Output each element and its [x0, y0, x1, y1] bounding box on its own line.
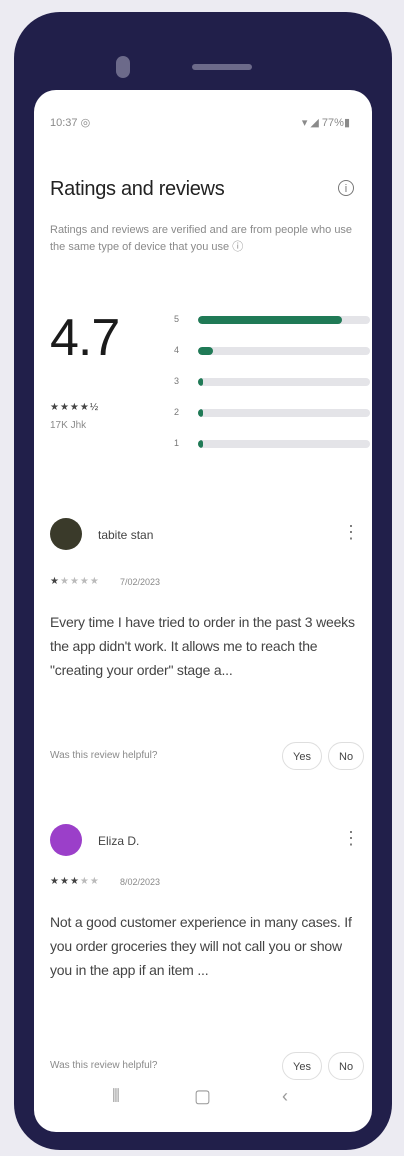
- distribution-star-label: 3: [174, 376, 180, 386]
- phone-frame: 10:37 ◎ ▾ ◢ 77%▮ Ratings and reviews i R…: [14, 12, 392, 1150]
- average-rating: 4.7: [50, 309, 120, 367]
- helpful-prompt: Was this review helpful?: [50, 1060, 158, 1071]
- camera-dot: [116, 56, 130, 78]
- review-text: Every time I have tried to order in the …: [50, 614, 355, 678]
- distribution-star-label: 2: [174, 407, 180, 417]
- navigation-bar: ⦀ ▢ ‹: [34, 1072, 372, 1132]
- helpful-prompt: Was this review helpful?: [50, 750, 158, 761]
- more-options-icon[interactable]: ⋮: [342, 828, 360, 849]
- review-date: 7/02/2023: [120, 577, 161, 587]
- distribution-fill: [198, 440, 204, 448]
- distribution-fill: [198, 378, 204, 386]
- star-icon: ★: [59, 876, 70, 887]
- star-icon: ★: [89, 876, 100, 887]
- review-text: Not a good customer experience in many c…: [50, 914, 352, 978]
- rating-distribution: 5 4 3 2 1: [174, 312, 370, 467]
- screen: 10:37 ◎ ▾ ◢ 77%▮ Ratings and reviews i R…: [34, 90, 372, 1132]
- status-icons: ▾ ◢ 77%▮: [301, 117, 350, 129]
- distribution-row: 1: [174, 436, 370, 467]
- distribution-track: [198, 440, 370, 448]
- average-stars: ★★★★½: [50, 402, 100, 413]
- distribution-track: [198, 347, 370, 355]
- distribution-star-label: 1: [174, 438, 180, 448]
- helpful-no-button[interactable]: No: [328, 742, 365, 770]
- distribution-track: [198, 316, 370, 324]
- home-icon[interactable]: ▢: [194, 1086, 211, 1107]
- info-icon[interactable]: i: [338, 180, 354, 196]
- distribution-track: [198, 378, 370, 386]
- distribution-row: 5: [174, 312, 370, 343]
- speaker-grille: [192, 64, 252, 70]
- distribution-row: 3: [174, 374, 370, 405]
- helpful-yes-button[interactable]: Yes: [282, 742, 322, 770]
- ratings-description: Ratings and reviews are verified and are…: [50, 224, 353, 253]
- distribution-fill: [198, 347, 214, 355]
- distribution-fill: [198, 316, 343, 324]
- reviewer-name: Eliza D.: [98, 834, 140, 848]
- reviewer-name: tabite stan: [98, 528, 154, 542]
- page-title: Ratings and reviews: [50, 178, 225, 200]
- status-bar: 10:37 ◎ ▾ ◢ 77%▮: [34, 90, 372, 140]
- ratings-count: 17K Jhk: [50, 420, 87, 431]
- star-icon: ★: [50, 576, 60, 587]
- star-icon: ★: [79, 576, 90, 587]
- review-stars: ★★★★★: [50, 576, 100, 587]
- review-stars: ★★★★★: [50, 876, 100, 887]
- distribution-star-label: 4: [174, 345, 180, 355]
- star-icon: ★: [89, 576, 100, 587]
- back-icon[interactable]: ‹: [282, 1086, 288, 1107]
- distribution-row: 2: [174, 405, 370, 436]
- distribution-star-label: 5: [174, 314, 180, 324]
- star-icon: ★: [59, 576, 70, 587]
- review-date: 8/02/2023: [120, 877, 161, 887]
- star-icon: ★: [50, 876, 60, 887]
- star-icon: ★: [69, 576, 80, 587]
- distribution-fill: [198, 409, 204, 417]
- recents-icon[interactable]: ⦀: [112, 1086, 120, 1107]
- distribution-track: [198, 409, 370, 417]
- distribution-row: 4: [174, 343, 370, 374]
- avatar: [50, 518, 82, 550]
- avatar: [50, 824, 82, 856]
- star-icon: ★: [69, 876, 80, 887]
- status-time: 10:37 ◎: [50, 117, 91, 129]
- more-options-icon[interactable]: ⋮: [342, 522, 360, 543]
- star-icon: ★: [79, 876, 90, 887]
